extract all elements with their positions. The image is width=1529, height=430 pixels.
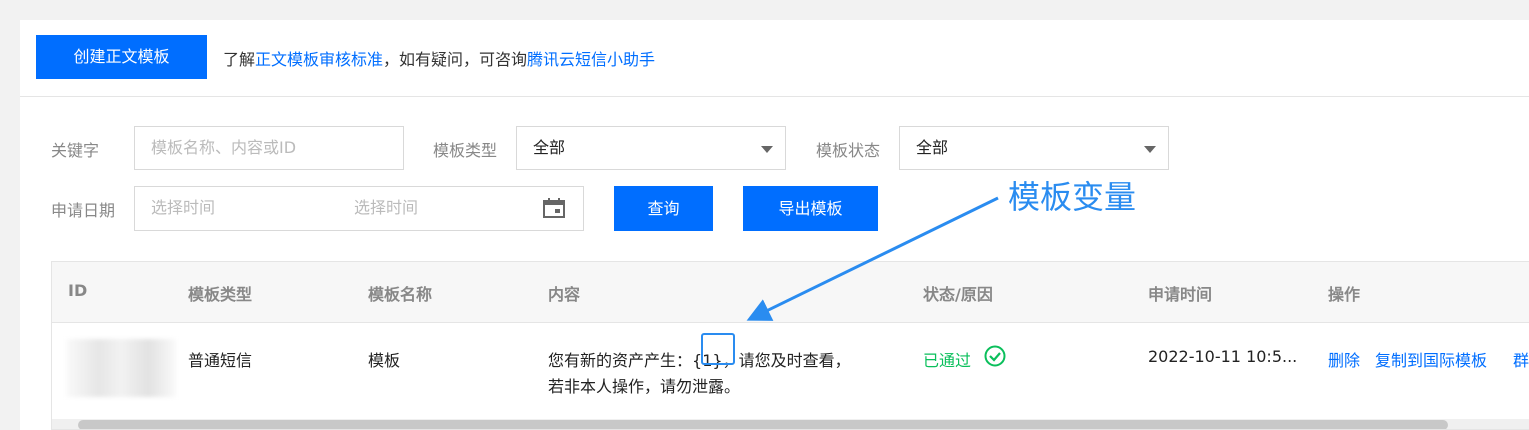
- date-start-input[interactable]: 选择时间: [151, 187, 215, 229]
- col-actions: 操作: [1328, 285, 1361, 304]
- type-select[interactable]: 全部: [516, 126, 786, 170]
- date-end-input[interactable]: 选择时间: [354, 187, 418, 229]
- scrollbar-thumb[interactable]: [78, 420, 1448, 429]
- status-label: 模板状态: [816, 141, 881, 160]
- export-template-button[interactable]: 导出模板: [743, 186, 878, 231]
- date-label: 申请日期: [51, 201, 116, 220]
- row-content-line1: 您有新的资产产生：{1}，请您及时查看，: [548, 347, 851, 371]
- keyword-label: 关键字: [51, 141, 100, 160]
- col-name: 模板名称: [368, 285, 433, 304]
- top-bar: 创建正文模板 了解正文模板审核标准，如有疑问，可咨询腾讯云短信小助手: [20, 20, 1529, 97]
- notice-text: 了解正文模板审核标准，如有疑问，可咨询腾讯云短信小助手: [223, 46, 655, 70]
- row-actions: 删除 复制到国际模板 群: [1328, 347, 1529, 371]
- delete-link[interactable]: 删除: [1328, 347, 1360, 371]
- col-type: 模板类型: [188, 285, 253, 304]
- date-range-picker[interactable]: 选择时间 选择时间: [134, 186, 584, 231]
- horizontal-scrollbar[interactable]: [52, 419, 1529, 429]
- notice-prefix: 了解: [223, 50, 256, 69]
- type-label: 模板类型: [433, 141, 498, 160]
- chevron-down-icon: [1144, 146, 1156, 153]
- content-text: 您有新的资产产生：: [548, 351, 693, 370]
- query-button[interactable]: 查询: [614, 186, 713, 231]
- copy-to-intl-link[interactable]: 复制到国际模板: [1375, 347, 1487, 371]
- status-select[interactable]: 全部: [899, 126, 1169, 170]
- col-content: 内容: [548, 285, 581, 304]
- calendar-icon: [543, 198, 565, 218]
- more-action-link[interactable]: 群: [1513, 347, 1529, 371]
- row-time: 2022-10-11 10:5...: [1148, 347, 1298, 366]
- col-time: 申请时间: [1148, 285, 1213, 304]
- row-status: 已通过: [923, 345, 1006, 371]
- notice-mid: ，如有疑问，可咨询: [383, 50, 528, 69]
- content-text: ，请您及时查看，: [722, 351, 851, 370]
- variable-highlight-box: [701, 333, 735, 365]
- col-status: 状态/原因: [923, 285, 993, 304]
- id-cell-redacted: [66, 339, 176, 397]
- check-circle-icon: [984, 345, 1006, 367]
- type-select-value: 全部: [533, 138, 566, 157]
- keyword-input[interactable]: 模板名称、内容或ID: [134, 126, 404, 170]
- col-id: ID: [68, 281, 88, 300]
- status-text: 已通过: [923, 351, 972, 370]
- create-template-button[interactable]: 创建正文模板: [36, 35, 207, 79]
- assistant-link[interactable]: 腾讯云短信小助手: [527, 50, 655, 69]
- row-content-line2: 若非本人操作，请勿泄露。: [548, 377, 741, 396]
- row-type: 普通短信: [188, 351, 253, 370]
- template-table: ID 模板类型 模板名称 内容 状态/原因 申请时间 操作 普通短信 模板 您有…: [51, 261, 1529, 430]
- table-row: 普通短信 模板 您有新的资产产生：{1}，请您及时查看， 若非本人操作，请勿泄露…: [52, 323, 1529, 419]
- status-select-value: 全部: [916, 138, 949, 157]
- audit-standard-link[interactable]: 正文模板审核标准: [255, 50, 383, 69]
- row-name: 模板: [368, 351, 401, 370]
- annotation-label: 模板变量: [1008, 178, 1137, 216]
- table-header: ID 模板类型 模板名称 内容 状态/原因 申请时间 操作: [52, 262, 1529, 323]
- chevron-down-icon: [761, 146, 773, 153]
- template-panel: 创建正文模板 了解正文模板审核标准，如有疑问，可咨询腾讯云短信小助手 关键字 模…: [20, 20, 1529, 430]
